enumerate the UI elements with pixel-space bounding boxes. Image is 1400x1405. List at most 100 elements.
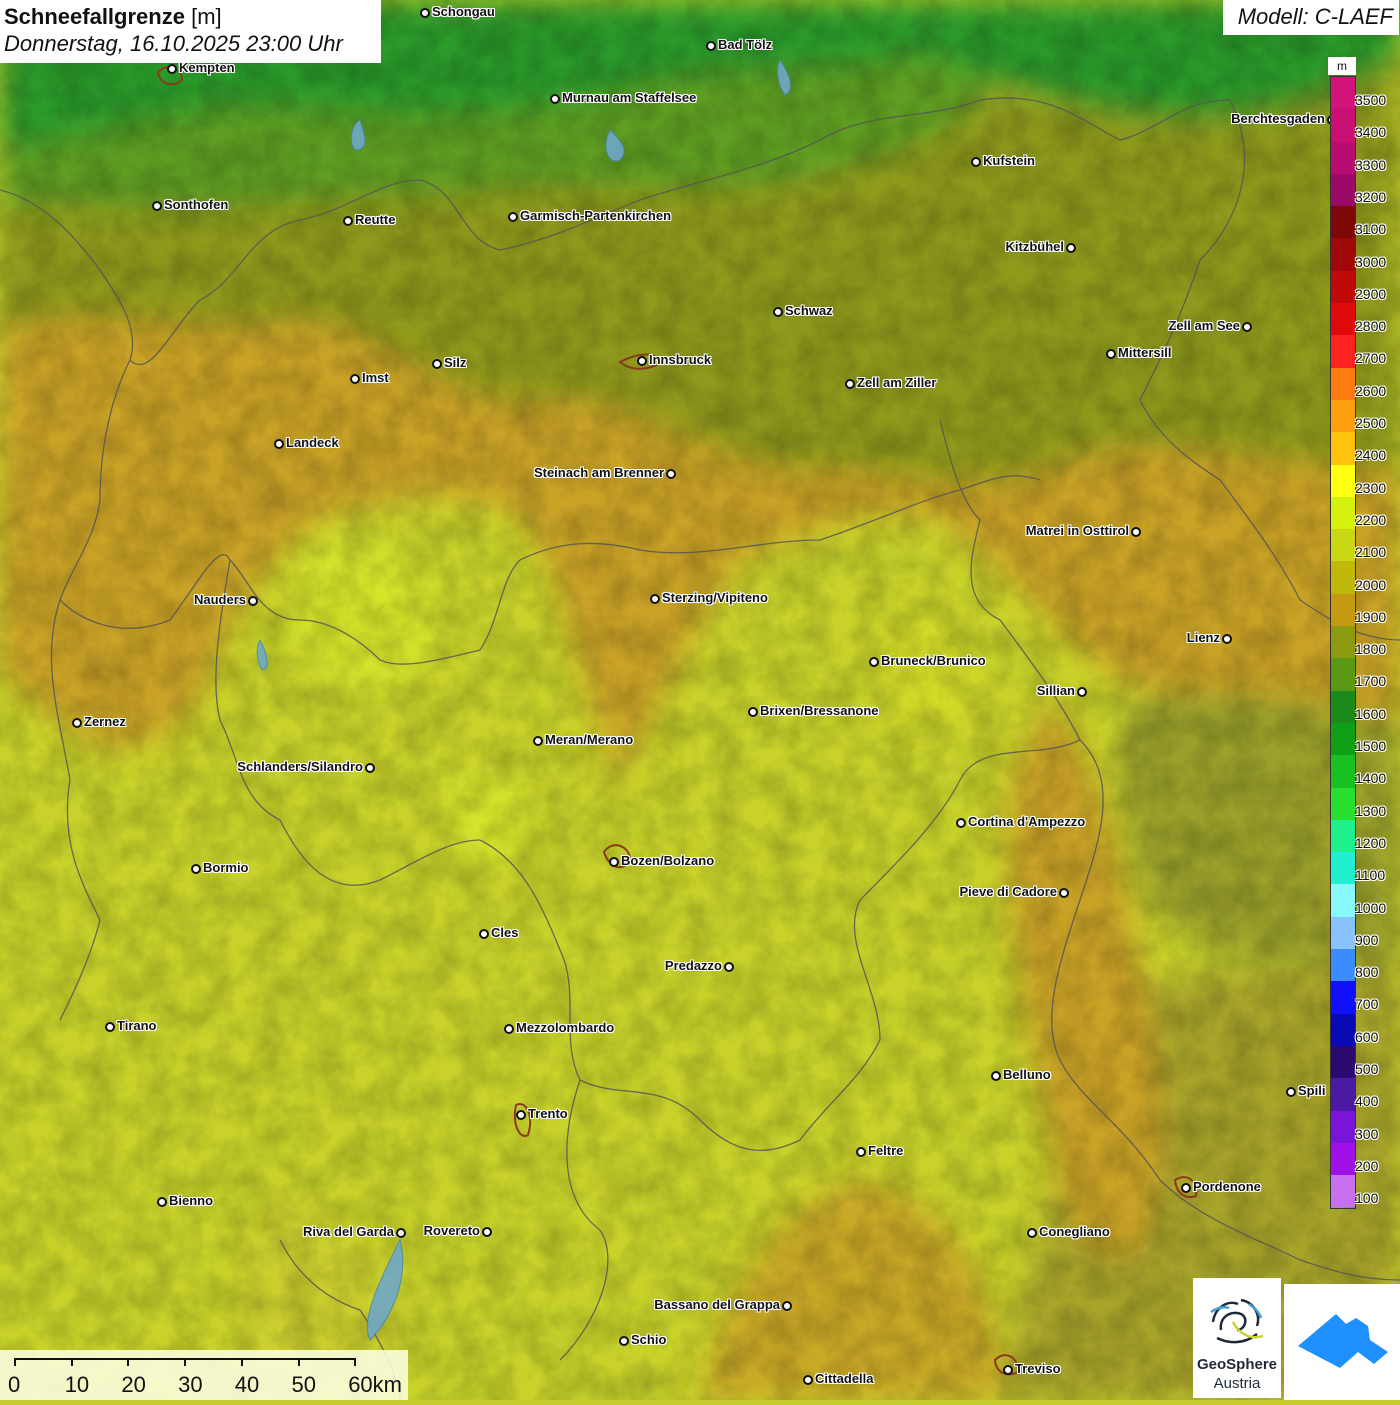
legend-swatch	[1331, 206, 1355, 239]
city-dot-icon	[482, 1227, 492, 1237]
city-label: Garmisch-Partenkirchen	[520, 208, 672, 223]
city-label: Steinach am Brenner	[533, 465, 664, 480]
legend-swatch	[1331, 367, 1355, 400]
city-label: Cles	[491, 925, 519, 940]
title-heading: Schneefallgrenze [m]	[4, 4, 222, 30]
city-dot-icon	[971, 157, 981, 167]
scale-bar: 0 10 20 30 40 50 60km	[0, 1350, 408, 1400]
city-label: Sterzing/Vipiteno	[662, 590, 768, 605]
legend-swatch	[1331, 432, 1355, 465]
legend-label: 2100	[1355, 544, 1387, 561]
legend-label: 2400	[1355, 447, 1387, 464]
city-label: Nauders	[193, 592, 246, 607]
city-label: Schio	[631, 1332, 667, 1347]
logo-sub: Austria	[1213, 1375, 1261, 1392]
legend-swatch	[1331, 173, 1355, 207]
city-dot-icon	[782, 1301, 792, 1311]
parameter-name: Schneefallgrenze	[4, 4, 185, 29]
city-label: Sonthofen	[164, 197, 229, 212]
legend-swatch	[1331, 626, 1355, 659]
legend-swatch	[1331, 1142, 1355, 1176]
legend-swatch	[1331, 884, 1355, 917]
legend-label: 1600	[1355, 705, 1387, 722]
legend-swatch	[1331, 77, 1355, 110]
legend-label: 500	[1355, 1061, 1379, 1077]
legend-label: 900	[1355, 931, 1379, 948]
city-dot-icon	[479, 929, 489, 939]
city-dot-icon	[1131, 527, 1141, 537]
city-label: Trento	[528, 1106, 568, 1121]
city-dot-icon	[350, 374, 360, 384]
geosphere-logo[interactable]: GeoSphere Austria	[1193, 1278, 1281, 1398]
legend-label: 700	[1355, 996, 1379, 1013]
city-label: Zernez	[84, 714, 126, 729]
city-dot-icon	[650, 594, 660, 604]
city-dot-icon	[533, 736, 543, 746]
city-dot-icon	[609, 857, 619, 867]
scale-label: 60km	[348, 1372, 402, 1397]
legend-unit: m	[1328, 57, 1356, 75]
city-label: Sillian	[1036, 683, 1075, 698]
city-dot-icon	[274, 439, 284, 449]
city-label: Spili	[1298, 1083, 1326, 1098]
legend-swatch	[1331, 335, 1355, 368]
model-label: Modell: C-LAEF	[1237, 4, 1393, 29]
legend-label: 100	[1355, 1190, 1379, 1207]
city-dot-icon	[1286, 1087, 1296, 1097]
city-label: Treviso	[1015, 1361, 1061, 1376]
city-label: Matrei in Osttirol	[1025, 523, 1129, 538]
city-label: Reutte	[355, 212, 396, 227]
city-label: Cortina d'Ampezzo	[968, 814, 1086, 829]
legend-label: 2700	[1355, 350, 1387, 367]
city-label: Predazzo	[664, 958, 722, 973]
legend-label: 3300	[1355, 156, 1387, 173]
app-logo[interactable]	[1284, 1284, 1400, 1400]
city-label: Kitzbühel	[1005, 239, 1065, 254]
city-dot-icon	[748, 707, 758, 717]
city-dot-icon	[152, 201, 162, 211]
city-dot-icon	[72, 718, 82, 728]
city-label: Schongau	[432, 4, 495, 19]
scale-label: 0	[8, 1372, 21, 1397]
city-label: Silz	[444, 355, 467, 370]
legend-swatch	[1331, 690, 1355, 723]
scale-tick	[127, 1358, 130, 1366]
city-dot-icon	[1222, 634, 1232, 644]
city-label: Schwaz	[785, 303, 833, 318]
legend-label: 3500	[1355, 92, 1387, 108]
legend-label: 3200	[1355, 188, 1387, 205]
legend-label: 2200	[1355, 511, 1387, 528]
city-dot-icon	[504, 1024, 514, 1034]
city-label: Lienz	[1186, 630, 1220, 645]
city-dot-icon	[773, 307, 783, 317]
legend-label: 1700	[1355, 673, 1387, 690]
legend-label: 2000	[1355, 576, 1387, 593]
city-label: Bozen/Bolzano	[621, 853, 715, 868]
city-label: Pieve di Cadore	[959, 884, 1057, 899]
legend-swatch	[1331, 270, 1355, 304]
city-dot-icon	[420, 8, 430, 18]
city-dot-icon	[724, 962, 734, 972]
city-label: Imst	[362, 370, 389, 385]
city-dot-icon	[550, 94, 560, 104]
city-label: Mittersill	[1118, 345, 1172, 360]
city-dot-icon	[856, 1147, 866, 1157]
legend-swatch	[1331, 1013, 1355, 1046]
legend-label: 1100	[1355, 867, 1386, 884]
city-dot-icon	[343, 216, 353, 226]
city-label: Feltre	[868, 1143, 904, 1158]
legend-label: 1000	[1355, 899, 1387, 916]
legend-swatch	[1331, 529, 1355, 562]
city-label: Kufstein	[983, 153, 1035, 168]
legend-swatch	[1331, 981, 1355, 1014]
scale-label: 10	[64, 1372, 90, 1397]
scale-tick	[184, 1358, 187, 1366]
scale-tick	[240, 1358, 243, 1366]
city-dot-icon	[1066, 243, 1076, 253]
legend-swatch	[1331, 722, 1355, 756]
city-label: Innsbruck	[649, 352, 712, 367]
city-dot-icon	[637, 356, 647, 366]
scale-label: 40	[234, 1372, 260, 1397]
legend-swatch	[1331, 819, 1355, 853]
legend-label: 2300	[1355, 479, 1387, 496]
